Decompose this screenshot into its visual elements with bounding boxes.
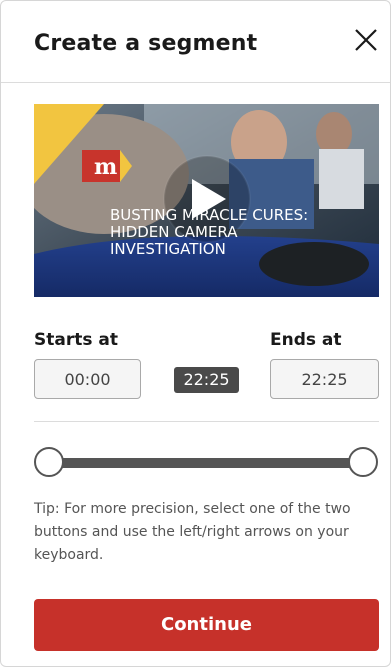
divider [34, 421, 379, 422]
segment-dialog: Create a segment m BUSTING MIRACLE CURES… [0, 0, 391, 667]
end-time-button[interactable]: 22:25 [270, 359, 379, 399]
svg-text:BUSTING MIRACLE CURES:: BUSTING MIRACLE CURES: [110, 206, 308, 224]
segment-slider-track[interactable] [49, 458, 365, 468]
start-time-button[interactable]: 00:00 [34, 359, 141, 399]
svg-text:INVESTIGATION: INVESTIGATION [110, 240, 226, 258]
duration-badge: 22:25 [174, 367, 239, 393]
slider-end-handle[interactable] [348, 447, 378, 477]
close-icon[interactable] [352, 26, 380, 54]
slider-start-handle[interactable] [34, 447, 64, 477]
continue-button[interactable]: Continue [34, 599, 379, 651]
video-thumbnail[interactable]: m BUSTING MIRACLE CURES: HIDDEN CAMERA I… [34, 104, 379, 297]
starts-at-label: Starts at [34, 330, 118, 350]
svg-text:m: m [94, 154, 117, 180]
svg-text:HIDDEN CAMERA: HIDDEN CAMERA [110, 223, 238, 241]
dialog-title: Create a segment [34, 31, 258, 56]
ends-at-label: Ends at [270, 330, 342, 350]
dialog-header: Create a segment [1, 1, 390, 83]
tip-text: Tip: For more precision, select one of t… [34, 501, 351, 563]
